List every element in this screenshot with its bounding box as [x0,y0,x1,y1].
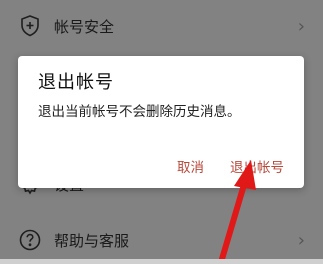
dialog-title: 退出帐号 [38,72,114,93]
logout-confirm-button[interactable]: 退出帐号 [230,156,284,176]
dialog-message: 退出当前帐号不会删除历史消息。 [38,104,241,120]
logout-dialog: 退出帐号 退出当前帐号不会删除历史消息。 取消 退出帐号 [18,56,304,188]
cancel-button[interactable]: 取消 [177,156,204,176]
